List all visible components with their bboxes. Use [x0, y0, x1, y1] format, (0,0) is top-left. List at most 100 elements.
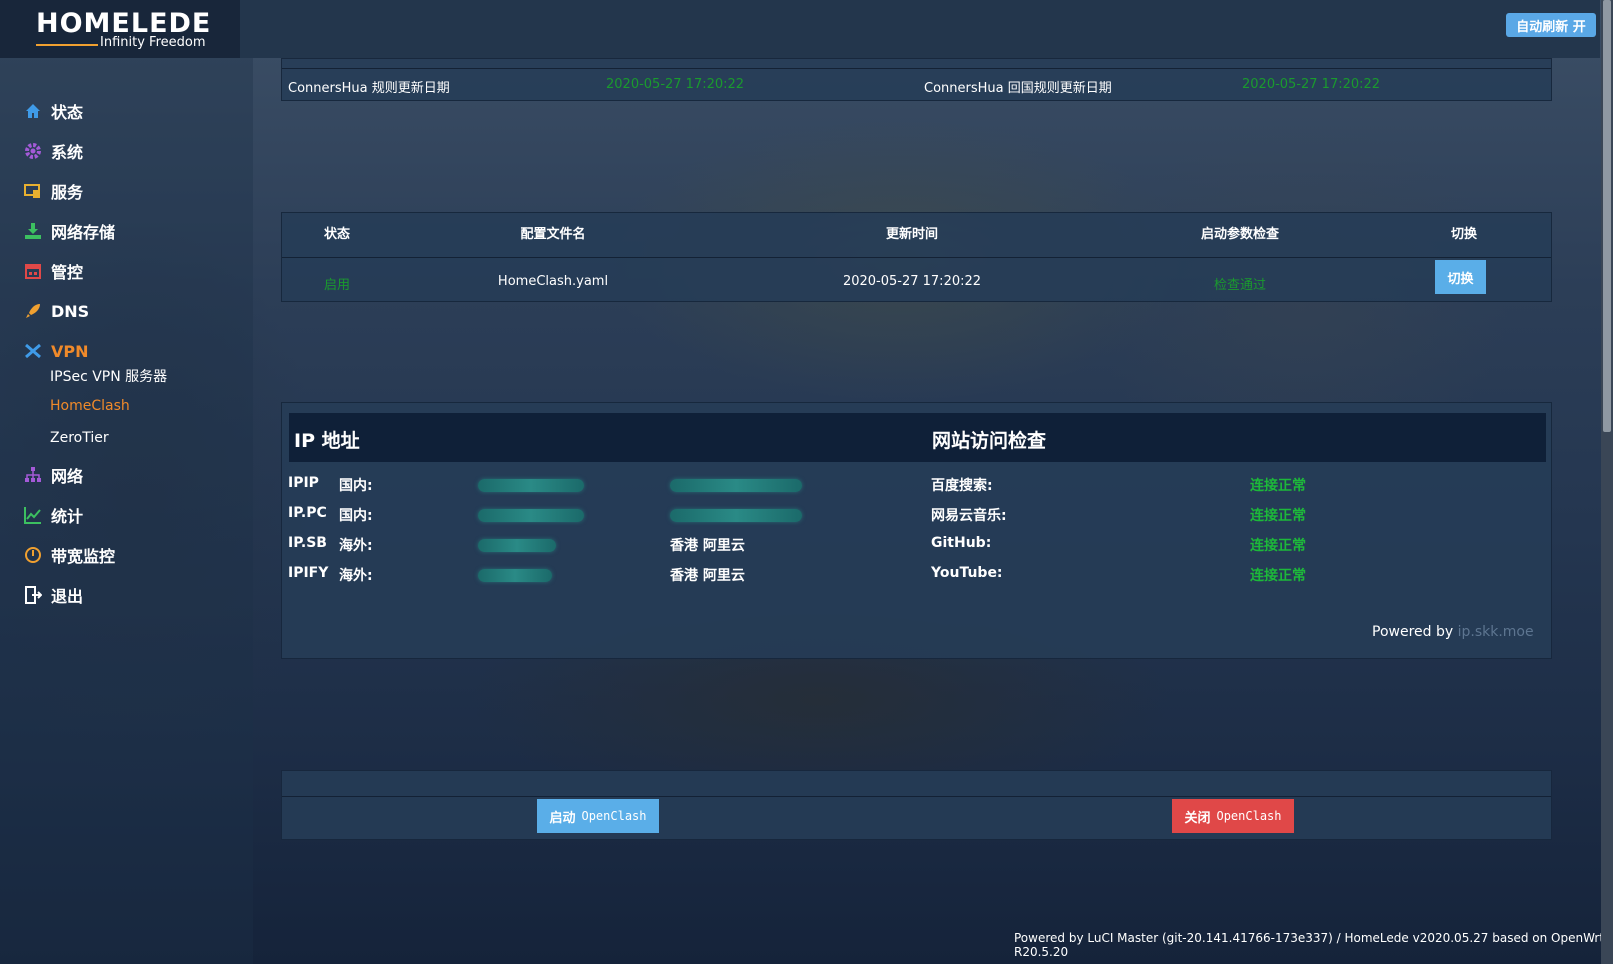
- column-header-check: 启动参数检查: [1200, 227, 1280, 242]
- ip-source-label: IP.PC: [288, 505, 327, 521]
- redacted-ip: [478, 479, 584, 492]
- divider: [282, 68, 1551, 69]
- sidebar-item-nas[interactable]: 网络存储: [24, 218, 115, 244]
- sidebar-item-network[interactable]: 网络: [24, 462, 83, 488]
- ip-location: 香港 阿里云: [670, 538, 745, 554]
- chart-icon: [24, 506, 42, 524]
- redacted-location: [670, 479, 802, 492]
- sidebar-item-label: DNS: [51, 301, 90, 321]
- column-header-status: 状态: [323, 227, 351, 242]
- sidebar-item-label: 退出: [51, 587, 84, 606]
- network-icon: [24, 466, 42, 484]
- site-status: 连接正常: [1250, 508, 1306, 524]
- sidebar-item-label: 统计: [51, 507, 84, 526]
- divider: [282, 796, 1551, 797]
- ip-source-label: IPIP: [288, 475, 319, 491]
- start-openclash-button[interactable]: 启动 OpenClash: [537, 799, 659, 833]
- gauge-icon: [24, 546, 42, 564]
- sidebar-item-label: 系统: [51, 143, 84, 162]
- config-table: 状态 配置文件名 更新时间 启动参数检查 切换 启用 HomeClash.yam…: [281, 212, 1552, 302]
- stop-label: 关闭: [1184, 810, 1211, 826]
- ip-region-label: 海外:: [339, 538, 373, 554]
- sidebar-subitem-zerotier[interactable]: ZeroTier: [50, 430, 109, 446]
- sidebar-item-control[interactable]: 管控: [24, 258, 83, 284]
- logout-icon: [24, 586, 43, 604]
- redacted-ip: [478, 569, 552, 582]
- config-check-result: 检查通过: [1213, 278, 1267, 293]
- auto-refresh-button[interactable]: 自动刷新 开: [1506, 13, 1596, 37]
- sidebar-item-stats[interactable]: 统计: [24, 502, 83, 528]
- sidebar-item-system[interactable]: 系统: [24, 138, 83, 164]
- ip-location: 香港 阿里云: [670, 568, 745, 584]
- column-header-switch: 切换: [1450, 227, 1478, 242]
- gear-icon: [24, 142, 42, 160]
- site-name: 百度搜索:: [931, 478, 993, 494]
- ip-region-label: 海外:: [339, 568, 373, 584]
- rocket-icon: [24, 302, 42, 320]
- scrollbar[interactable]: [1601, 0, 1613, 964]
- site-status: 连接正常: [1250, 538, 1306, 554]
- logo-underline: [36, 44, 98, 46]
- sidebar-item-bandwidth[interactable]: 带宽监控: [24, 542, 115, 568]
- return-rule-update-label: ConnersHua 回国规则更新日期: [924, 81, 1112, 96]
- ip-source-label: IPIFY: [288, 565, 329, 581]
- sidebar-item-label: VPN: [51, 341, 89, 361]
- sidebar-item-label: 带宽监控: [51, 547, 116, 566]
- header-bar: HOMELEDE Infinity Freedom 自动刷新 开: [0, 0, 1600, 58]
- sidebar-subitem-homeclash[interactable]: HomeClash: [50, 398, 130, 414]
- logo-tagline: Infinity Freedom: [100, 35, 206, 50]
- rule-update-panel: ConnersHua 规则更新日期 2020-05-27 17:20:22 Co…: [281, 58, 1552, 101]
- rule-update-value: 2020-05-27 17:20:22: [606, 77, 745, 92]
- ip-address-title: IP 地址: [294, 430, 360, 452]
- ip-check-panel: IP 地址 网站访问检查 IPIP 国内: 百度搜索: 连接正常 IP.PC 国…: [281, 402, 1552, 659]
- footer-text: Powered by LuCI Master (git-20.141.41766…: [1014, 931, 1605, 959]
- sidebar-subitem-ipsec[interactable]: IPSec VPN 服务器: [50, 366, 167, 386]
- site-name: 网易云音乐:: [931, 508, 1007, 524]
- site-name: YouTube:: [931, 565, 1003, 581]
- site-status: 连接正常: [1250, 478, 1306, 494]
- sidebar-item-services[interactable]: 服务: [24, 178, 83, 204]
- redacted-ip: [478, 539, 556, 552]
- return-rule-update-value: 2020-05-27 17:20:22: [1242, 77, 1381, 92]
- app-name: OpenClash: [581, 809, 647, 823]
- powered-by-prefix: Powered by: [1372, 624, 1454, 640]
- sidebar-item-dns[interactable]: DNS: [24, 298, 89, 324]
- redacted-ip: [478, 509, 584, 522]
- sidebar-item-label: 管控: [51, 263, 84, 282]
- site-name: GitHub:: [931, 535, 992, 551]
- table-divider: [282, 257, 1551, 258]
- rule-update-label: ConnersHua 规则更新日期: [288, 81, 450, 96]
- column-header-filename: 配置文件名: [520, 227, 586, 242]
- cross-icon: [24, 342, 42, 360]
- powered-by-link[interactable]: ip.skk.moe: [1458, 624, 1534, 640]
- sidebar-item-logout[interactable]: 退出: [24, 582, 83, 608]
- scrollbar-thumb[interactable]: [1603, 0, 1611, 432]
- download-icon: [24, 222, 42, 240]
- sidebar-item-vpn[interactable]: VPN: [24, 338, 89, 364]
- ip-region-label: 国内:: [339, 508, 373, 524]
- monitor-icon: [24, 182, 42, 200]
- ip-region-label: 国内:: [339, 478, 373, 494]
- site-check-title: 网站访问检查: [932, 430, 1047, 452]
- site-status: 连接正常: [1250, 568, 1306, 584]
- start-label: 启动: [549, 810, 576, 826]
- sidebar-item-label: 网络存储: [51, 223, 116, 242]
- ip-powered-by: Powered by ip.skk.moe: [1372, 624, 1534, 640]
- sidebar-item-label: 服务: [51, 183, 84, 202]
- app-name: OpenClash: [1216, 809, 1282, 823]
- redacted-location: [670, 509, 802, 522]
- switch-config-button[interactable]: 切换: [1435, 260, 1486, 294]
- ip-source-label: IP.SB: [288, 535, 327, 551]
- config-update-time: 2020-05-27 17:20:22: [842, 274, 982, 289]
- sidebar: 状态 系统 服务 网络存储 管控 DNS VPN IPSec VPN 服务器 H…: [0, 58, 253, 964]
- sidebar-item-status[interactable]: 状态: [24, 98, 83, 124]
- stop-openclash-button[interactable]: 关闭 OpenClash: [1172, 799, 1294, 833]
- ip-check-header: IP 地址 网站访问检查: [289, 413, 1546, 462]
- column-header-update-time: 更新时间: [885, 227, 939, 242]
- config-filename: HomeClash.yaml: [497, 274, 609, 289]
- calendar-icon: [24, 262, 42, 280]
- logo[interactable]: HOMELEDE Infinity Freedom: [0, 0, 240, 58]
- config-status: 启用: [323, 278, 351, 293]
- sidebar-item-label: 网络: [51, 467, 84, 486]
- sidebar-item-label: 状态: [51, 103, 84, 122]
